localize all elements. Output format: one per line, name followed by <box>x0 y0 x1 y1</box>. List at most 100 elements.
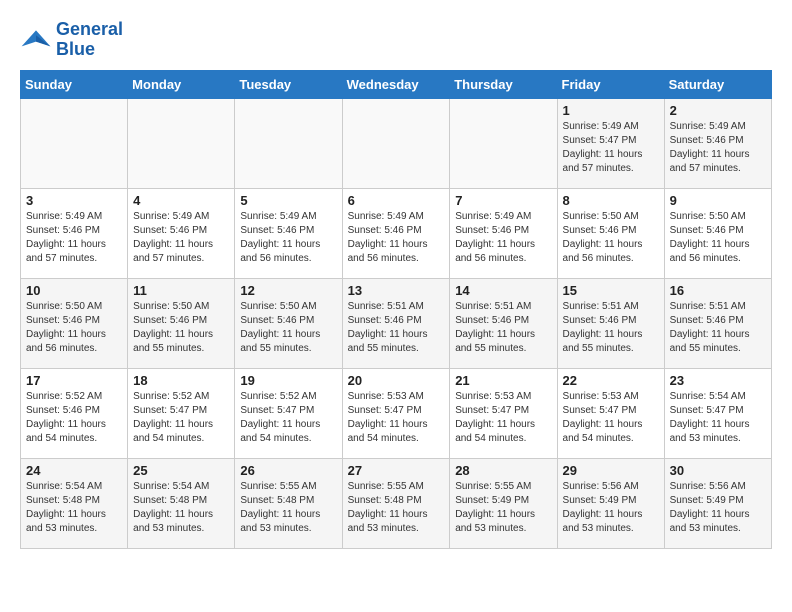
logo: General Blue <box>20 20 123 60</box>
calendar-cell: 16 Sunrise: 5:51 AMSunset: 5:46 PMDayligh… <box>664 278 771 368</box>
day-number: 21 <box>455 373 551 388</box>
calendar-cell: 17Sunrise: 5:52 AMSunset: 5:46 PMDayligh… <box>21 368 128 458</box>
calendar-cell: 4 Sunrise: 5:49 AMSunset: 5:46 PMDaylight… <box>128 188 235 278</box>
calendar-cell: 6 Sunrise: 5:49 AMSunset: 5:46 PMDaylight… <box>342 188 450 278</box>
calendar-cell: 12 Sunrise: 5:50 AMSunset: 5:46 PMDayligh… <box>235 278 342 368</box>
day-info: Sunrise: 5:51 AMSunset: 5:46 PMDaylight:… <box>563 300 659 356</box>
day-number: 22 <box>563 373 659 388</box>
day-number: 11 <box>133 283 229 298</box>
day-info: Sunrise: 5:52 AMSunset: 5:47 PMDaylight:… <box>240 390 336 446</box>
calendar-cell: 19 Sunrise: 5:52 AMSunset: 5:47 PMDayligh… <box>235 368 342 458</box>
day-number: 5 <box>240 193 336 208</box>
day-number: 8 <box>563 193 659 208</box>
day-info: Sunrise: 5:55 AMSunset: 5:48 PMDaylight:… <box>240 480 336 536</box>
calendar-cell: 9Sunrise: 5:50 AMSunset: 5:46 PMDaylight… <box>664 188 771 278</box>
calendar-cell: 3 Sunrise: 5:49 AMSunset: 5:46 PMDaylight… <box>21 188 128 278</box>
calendar-cell: 10Sunrise: 5:50 AMSunset: 5:46 PMDayligh… <box>21 278 128 368</box>
calendar-header-row: SundayMondayTuesdayWednesdayThursdayFrid… <box>21 70 772 98</box>
day-number: 23 <box>670 373 766 388</box>
col-header-wednesday: Wednesday <box>342 70 450 98</box>
calendar-cell <box>128 98 235 188</box>
calendar-cell <box>450 98 557 188</box>
day-info: Sunrise: 5:49 AMSunset: 5:46 PMDaylight:… <box>26 210 122 266</box>
calendar-cell: 22 Sunrise: 5:53 AMSunset: 5:47 PMDayligh… <box>557 368 664 458</box>
calendar-cell <box>342 98 450 188</box>
day-info: Sunrise: 5:51 AMSunset: 5:46 PMDaylight:… <box>348 300 445 356</box>
calendar-cell: 13 Sunrise: 5:51 AMSunset: 5:46 PMDayligh… <box>342 278 450 368</box>
day-number: 19 <box>240 373 336 388</box>
day-info: Sunrise: 5:54 AMSunset: 5:47 PMDaylight:… <box>670 390 766 446</box>
day-info: Sunrise: 5:53 AMSunset: 5:47 PMDaylight:… <box>348 390 445 446</box>
day-number: 24 <box>26 463 122 478</box>
logo-icon <box>20 24 52 56</box>
day-number: 4 <box>133 193 229 208</box>
day-info: Sunrise: 5:49 AMSunset: 5:46 PMDaylight:… <box>348 210 445 266</box>
day-number: 26 <box>240 463 336 478</box>
day-number: 2 <box>670 103 766 118</box>
page-header: General Blue <box>20 20 772 60</box>
day-info: Sunrise: 5:55 AMSunset: 5:49 PMDaylight:… <box>455 480 551 536</box>
calendar-cell: 30 Sunrise: 5:56 AMSunset: 5:49 PMDayligh… <box>664 458 771 548</box>
day-info: Sunrise: 5:52 AMSunset: 5:47 PMDaylight:… <box>133 390 229 446</box>
calendar-week-row: 1 Sunrise: 5:49 AMSunset: 5:47 PMDaylight… <box>21 98 772 188</box>
day-number: 14 <box>455 283 551 298</box>
day-number: 3 <box>26 193 122 208</box>
day-number: 20 <box>348 373 445 388</box>
calendar-table: SundayMondayTuesdayWednesdayThursdayFrid… <box>20 70 772 549</box>
col-header-saturday: Saturday <box>664 70 771 98</box>
day-number: 12 <box>240 283 336 298</box>
day-info: Sunrise: 5:56 AMSunset: 5:49 PMDaylight:… <box>670 480 766 536</box>
day-number: 17 <box>26 373 122 388</box>
calendar-week-row: 10Sunrise: 5:50 AMSunset: 5:46 PMDayligh… <box>21 278 772 368</box>
day-number: 25 <box>133 463 229 478</box>
calendar-cell: 26 Sunrise: 5:55 AMSunset: 5:48 PMDayligh… <box>235 458 342 548</box>
day-info: Sunrise: 5:53 AMSunset: 5:47 PMDaylight:… <box>455 390 551 446</box>
day-info: Sunrise: 5:51 AMSunset: 5:46 PMDaylight:… <box>455 300 551 356</box>
calendar-cell: 21 Sunrise: 5:53 AMSunset: 5:47 PMDayligh… <box>450 368 557 458</box>
calendar-cell: 29 Sunrise: 5:56 AMSunset: 5:49 PMDayligh… <box>557 458 664 548</box>
day-info: Sunrise: 5:54 AMSunset: 5:48 PMDaylight:… <box>133 480 229 536</box>
col-header-friday: Friday <box>557 70 664 98</box>
day-info: Sunrise: 5:49 AMSunset: 5:47 PMDaylight:… <box>563 120 659 176</box>
day-info: Sunrise: 5:51 AMSunset: 5:46 PMDaylight:… <box>670 300 766 356</box>
day-number: 7 <box>455 193 551 208</box>
calendar-cell: 2Sunrise: 5:49 AMSunset: 5:46 PMDaylight… <box>664 98 771 188</box>
calendar-cell: 27Sunrise: 5:55 AMSunset: 5:48 PMDayligh… <box>342 458 450 548</box>
col-header-tuesday: Tuesday <box>235 70 342 98</box>
day-number: 15 <box>563 283 659 298</box>
calendar-week-row: 3 Sunrise: 5:49 AMSunset: 5:46 PMDaylight… <box>21 188 772 278</box>
calendar-cell: 28 Sunrise: 5:55 AMSunset: 5:49 PMDayligh… <box>450 458 557 548</box>
day-info: Sunrise: 5:50 AMSunset: 5:46 PMDaylight:… <box>26 300 122 356</box>
day-number: 30 <box>670 463 766 478</box>
day-number: 9 <box>670 193 766 208</box>
day-number: 16 <box>670 283 766 298</box>
calendar-cell: 7Sunrise: 5:49 AMSunset: 5:46 PMDaylight… <box>450 188 557 278</box>
day-info: Sunrise: 5:50 AMSunset: 5:46 PMDaylight:… <box>133 300 229 356</box>
day-number: 18 <box>133 373 229 388</box>
col-header-sunday: Sunday <box>21 70 128 98</box>
calendar-week-row: 17Sunrise: 5:52 AMSunset: 5:46 PMDayligh… <box>21 368 772 458</box>
day-info: Sunrise: 5:53 AMSunset: 5:47 PMDaylight:… <box>563 390 659 446</box>
calendar-cell <box>235 98 342 188</box>
col-header-monday: Monday <box>128 70 235 98</box>
day-number: 1 <box>563 103 659 118</box>
calendar-cell: 8 Sunrise: 5:50 AMSunset: 5:46 PMDaylight… <box>557 188 664 278</box>
calendar-cell: 18 Sunrise: 5:52 AMSunset: 5:47 PMDayligh… <box>128 368 235 458</box>
day-number: 13 <box>348 283 445 298</box>
day-info: Sunrise: 5:49 AMSunset: 5:46 PMDaylight:… <box>240 210 336 266</box>
day-number: 28 <box>455 463 551 478</box>
logo-text: General Blue <box>56 20 123 60</box>
day-info: Sunrise: 5:49 AMSunset: 5:46 PMDaylight:… <box>133 210 229 266</box>
calendar-cell: 11 Sunrise: 5:50 AMSunset: 5:46 PMDayligh… <box>128 278 235 368</box>
calendar-cell: 14 Sunrise: 5:51 AMSunset: 5:46 PMDayligh… <box>450 278 557 368</box>
day-info: Sunrise: 5:50 AMSunset: 5:46 PMDaylight:… <box>563 210 659 266</box>
day-info: Sunrise: 5:54 AMSunset: 5:48 PMDaylight:… <box>26 480 122 536</box>
calendar-week-row: 24 Sunrise: 5:54 AMSunset: 5:48 PMDayligh… <box>21 458 772 548</box>
calendar-cell: 25 Sunrise: 5:54 AMSunset: 5:48 PMDayligh… <box>128 458 235 548</box>
day-info: Sunrise: 5:50 AMSunset: 5:46 PMDaylight:… <box>240 300 336 356</box>
calendar-cell: 23 Sunrise: 5:54 AMSunset: 5:47 PMDayligh… <box>664 368 771 458</box>
day-number: 6 <box>348 193 445 208</box>
day-info: Sunrise: 5:56 AMSunset: 5:49 PMDaylight:… <box>563 480 659 536</box>
day-number: 29 <box>563 463 659 478</box>
calendar-cell <box>21 98 128 188</box>
